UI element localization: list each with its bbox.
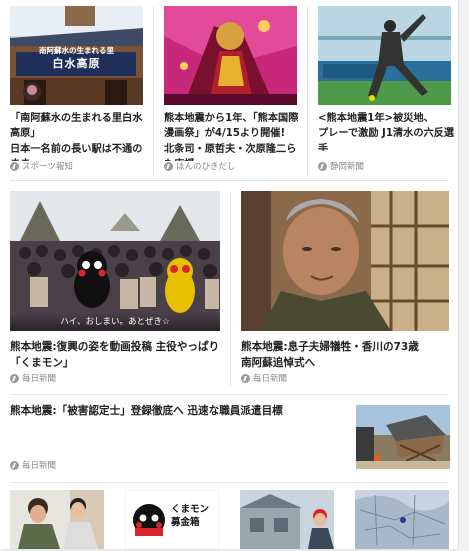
divider bbox=[10, 482, 449, 483]
article-title-4[interactable]: 熊本地震:復興の姿を動画投稿 主役やっぱり 「くまモン」 bbox=[10, 339, 232, 373]
kumamon-crowd-image bbox=[10, 191, 220, 331]
article-source-2: ほんのひきだし bbox=[164, 160, 236, 172]
article-source-6: 毎日新聞 bbox=[10, 459, 56, 471]
article-card-1[interactable]: 南阿蘇水の生まれる里 白水高原 「南阿蘇水の生まれる里白水高原」 日本一名前の長… bbox=[0, 0, 153, 180]
elderly-man-portrait-image bbox=[241, 191, 449, 331]
article-card-2[interactable]: 熊本地震から1年、「熊本国際 漫画祭」が4/15より開催! 北条司・原哲夫・次原… bbox=[154, 0, 307, 180]
collapsed-house-image bbox=[356, 405, 450, 469]
article-thumbnail-1[interactable]: 南阿蘇水の生まれる里 白水高原 bbox=[10, 6, 143, 105]
article-thumbnail-6[interactable] bbox=[356, 405, 450, 469]
article-source-label-4: 毎日新聞 bbox=[22, 374, 57, 384]
article-title-6[interactable]: 熊本地震:「被害認定士」登録徹底へ 迅速な職員派遣目標 bbox=[10, 403, 340, 423]
article-source-label-1: スポーツ報知 bbox=[22, 162, 73, 172]
article-thumbnail-10[interactable] bbox=[355, 490, 449, 549]
news-source-icon bbox=[318, 161, 327, 171]
article-thumbnail-8[interactable]: くまモン 募金箱 bbox=[125, 490, 219, 549]
article-source-5: 毎日新聞 bbox=[241, 372, 287, 384]
article-source-label-2: ほんのひきだし bbox=[176, 162, 236, 172]
article-card-3[interactable]: <熊本地震1年>被災地、 プレーで激励 J1清水の六反選手 静岡新聞 bbox=[308, 0, 458, 180]
article-title-3[interactable]: <熊本地震1年>被災地、 プレーで激励 J1清水の六反選手 bbox=[318, 111, 458, 151]
article-title-2[interactable]: 熊本地震から1年、「熊本国際 漫画祭」が4/15より開催! 北条司・原哲夫・次原… bbox=[164, 111, 306, 161]
news-source-icon bbox=[10, 373, 19, 383]
article-thumbnail-2[interactable] bbox=[164, 6, 297, 105]
article-source-1: スポーツ報知 bbox=[10, 160, 73, 172]
news-source-icon bbox=[10, 161, 19, 171]
news-feed: 南阿蘇水の生まれる里 白水高原 「南阿蘇水の生まれる里白水高原」 日本一名前の長… bbox=[0, 0, 459, 549]
article-source-label-3: 静岡新聞 bbox=[330, 162, 365, 172]
map-image bbox=[355, 490, 449, 549]
manga-festival-image bbox=[164, 6, 297, 105]
article-thumbnail-4[interactable]: ハイ、おしまい。あとぜき☆ bbox=[10, 191, 220, 331]
building-and-person-image bbox=[240, 490, 334, 549]
news-source-icon bbox=[10, 460, 19, 470]
article-source-label-5: 毎日新聞 bbox=[253, 374, 288, 384]
article-thumbnail-7[interactable] bbox=[10, 490, 104, 549]
article-source-4: 毎日新聞 bbox=[10, 372, 56, 384]
article-card-4[interactable]: ハイ、おしまい。あとぜき☆ 熊本地震:復興の姿を動画投稿 主役やっぱり 「くまモ… bbox=[0, 181, 230, 386]
station-sign-main: 白水高原 bbox=[52, 57, 101, 70]
article-source-label-6: 毎日新聞 bbox=[22, 461, 57, 471]
image-caption: ハイ、おしまい。あとぜき☆ bbox=[10, 313, 220, 331]
article-thumbnail-3[interactable] bbox=[318, 6, 451, 105]
news-source-icon bbox=[241, 373, 250, 383]
scrollbar-track[interactable] bbox=[459, 0, 469, 551]
article-title-5[interactable]: 熊本地震:息子夫婦犠牲・香川の73歳 南阿蘇追悼式へ bbox=[241, 339, 458, 373]
kumamon-banner-text: くまモン 募金箱 bbox=[171, 504, 210, 528]
article-card-6[interactable]: 熊本地震:「被害認定士」登録徹底へ 迅速な職員派遣目標 毎日新聞 bbox=[0, 395, 458, 480]
article-thumbnail-5[interactable] bbox=[241, 191, 449, 331]
article-thumbnail-9[interactable] bbox=[240, 490, 334, 549]
article-title-1[interactable]: 「南阿蘇水の生まれる里白水高原」 日本一名前の長い駅は不通のまま… 熊本地震から… bbox=[10, 111, 150, 161]
people-meeting-image bbox=[10, 490, 104, 549]
soccer-goalkeeper-image bbox=[318, 6, 451, 105]
article-card-5[interactable]: 熊本地震:息子夫婦犠牲・香川の73歳 南阿蘇追悼式へ 毎日新聞 bbox=[231, 181, 458, 386]
article-source-3: 静岡新聞 bbox=[318, 160, 364, 172]
news-source-icon bbox=[164, 161, 173, 171]
